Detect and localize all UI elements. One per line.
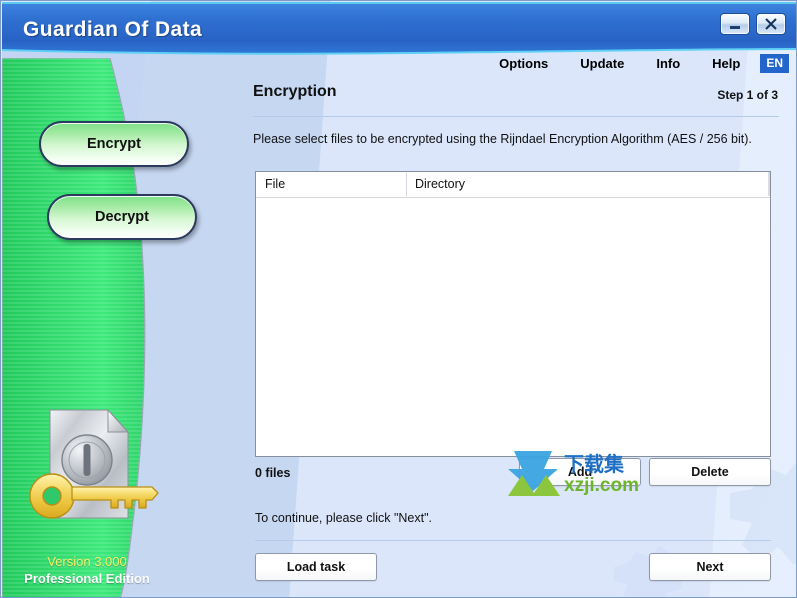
edition-label: Professional Edition xyxy=(24,571,150,586)
menu-item-help[interactable]: Help xyxy=(696,54,756,73)
load-task-button[interactable]: Load task xyxy=(255,553,377,581)
close-button[interactable] xyxy=(756,13,786,35)
file-list[interactable]: File Directory xyxy=(255,171,771,457)
decrypt-button[interactable]: Decrypt xyxy=(47,194,197,240)
delete-button[interactable]: Delete xyxy=(649,458,771,486)
encrypt-button[interactable]: Encrypt xyxy=(39,121,189,167)
main-content: Encryption Step 1 of 3 Please select fil… xyxy=(253,83,781,583)
document-lock-key-icon xyxy=(29,408,159,519)
page-title: Encryption xyxy=(253,83,337,100)
add-button[interactable]: Add xyxy=(519,458,641,486)
app-logo xyxy=(24,398,174,538)
decrypt-button-label: Decrypt xyxy=(95,209,149,225)
application-window: Guardian Of Data Options Update Info Hel… xyxy=(0,0,797,598)
column-header-directory[interactable]: Directory xyxy=(415,177,465,191)
footer-divider xyxy=(255,540,771,541)
menu-item-options[interactable]: Options xyxy=(483,54,564,73)
menu-item-update[interactable]: Update xyxy=(564,54,640,73)
scrollbar-stub[interactable] xyxy=(768,172,770,196)
header-divider xyxy=(253,116,779,117)
file-count-label: 0 files xyxy=(255,466,291,480)
sidebar: Encrypt Decrypt Version 3.000 Profession… xyxy=(2,58,252,597)
menu-bar: Options Update Info Help EN xyxy=(251,51,791,75)
next-button[interactable]: Next xyxy=(649,553,771,581)
next-button-label: Next xyxy=(696,560,724,574)
language-badge[interactable]: EN xyxy=(760,53,789,73)
encrypt-button-label: Encrypt xyxy=(87,136,141,152)
delete-button-label: Delete xyxy=(691,465,729,479)
window-frame: Guardian Of Data Options Update Info Hel… xyxy=(0,0,797,598)
column-divider[interactable] xyxy=(406,173,407,196)
load-task-button-label: Load task xyxy=(286,560,346,574)
window-title: Guardian Of Data xyxy=(23,18,203,41)
minimize-icon xyxy=(730,26,740,29)
step-indicator: Step 1 of 3 xyxy=(717,88,778,102)
close-icon xyxy=(765,18,777,30)
instruction-text: Please select files to be encrypted usin… xyxy=(253,132,752,146)
column-header-file[interactable]: File xyxy=(265,177,285,191)
menu-item-info[interactable]: Info xyxy=(640,54,696,73)
file-list-header: File Directory xyxy=(256,172,770,198)
continue-note: To continue, please click "Next". xyxy=(255,511,433,525)
version-label: Version 3.000 xyxy=(47,554,127,569)
content-header: Encryption Step 1 of 3 xyxy=(253,83,781,113)
add-button-label: Add xyxy=(567,465,593,479)
minimize-button[interactable] xyxy=(720,13,750,35)
window-controls xyxy=(720,13,786,35)
